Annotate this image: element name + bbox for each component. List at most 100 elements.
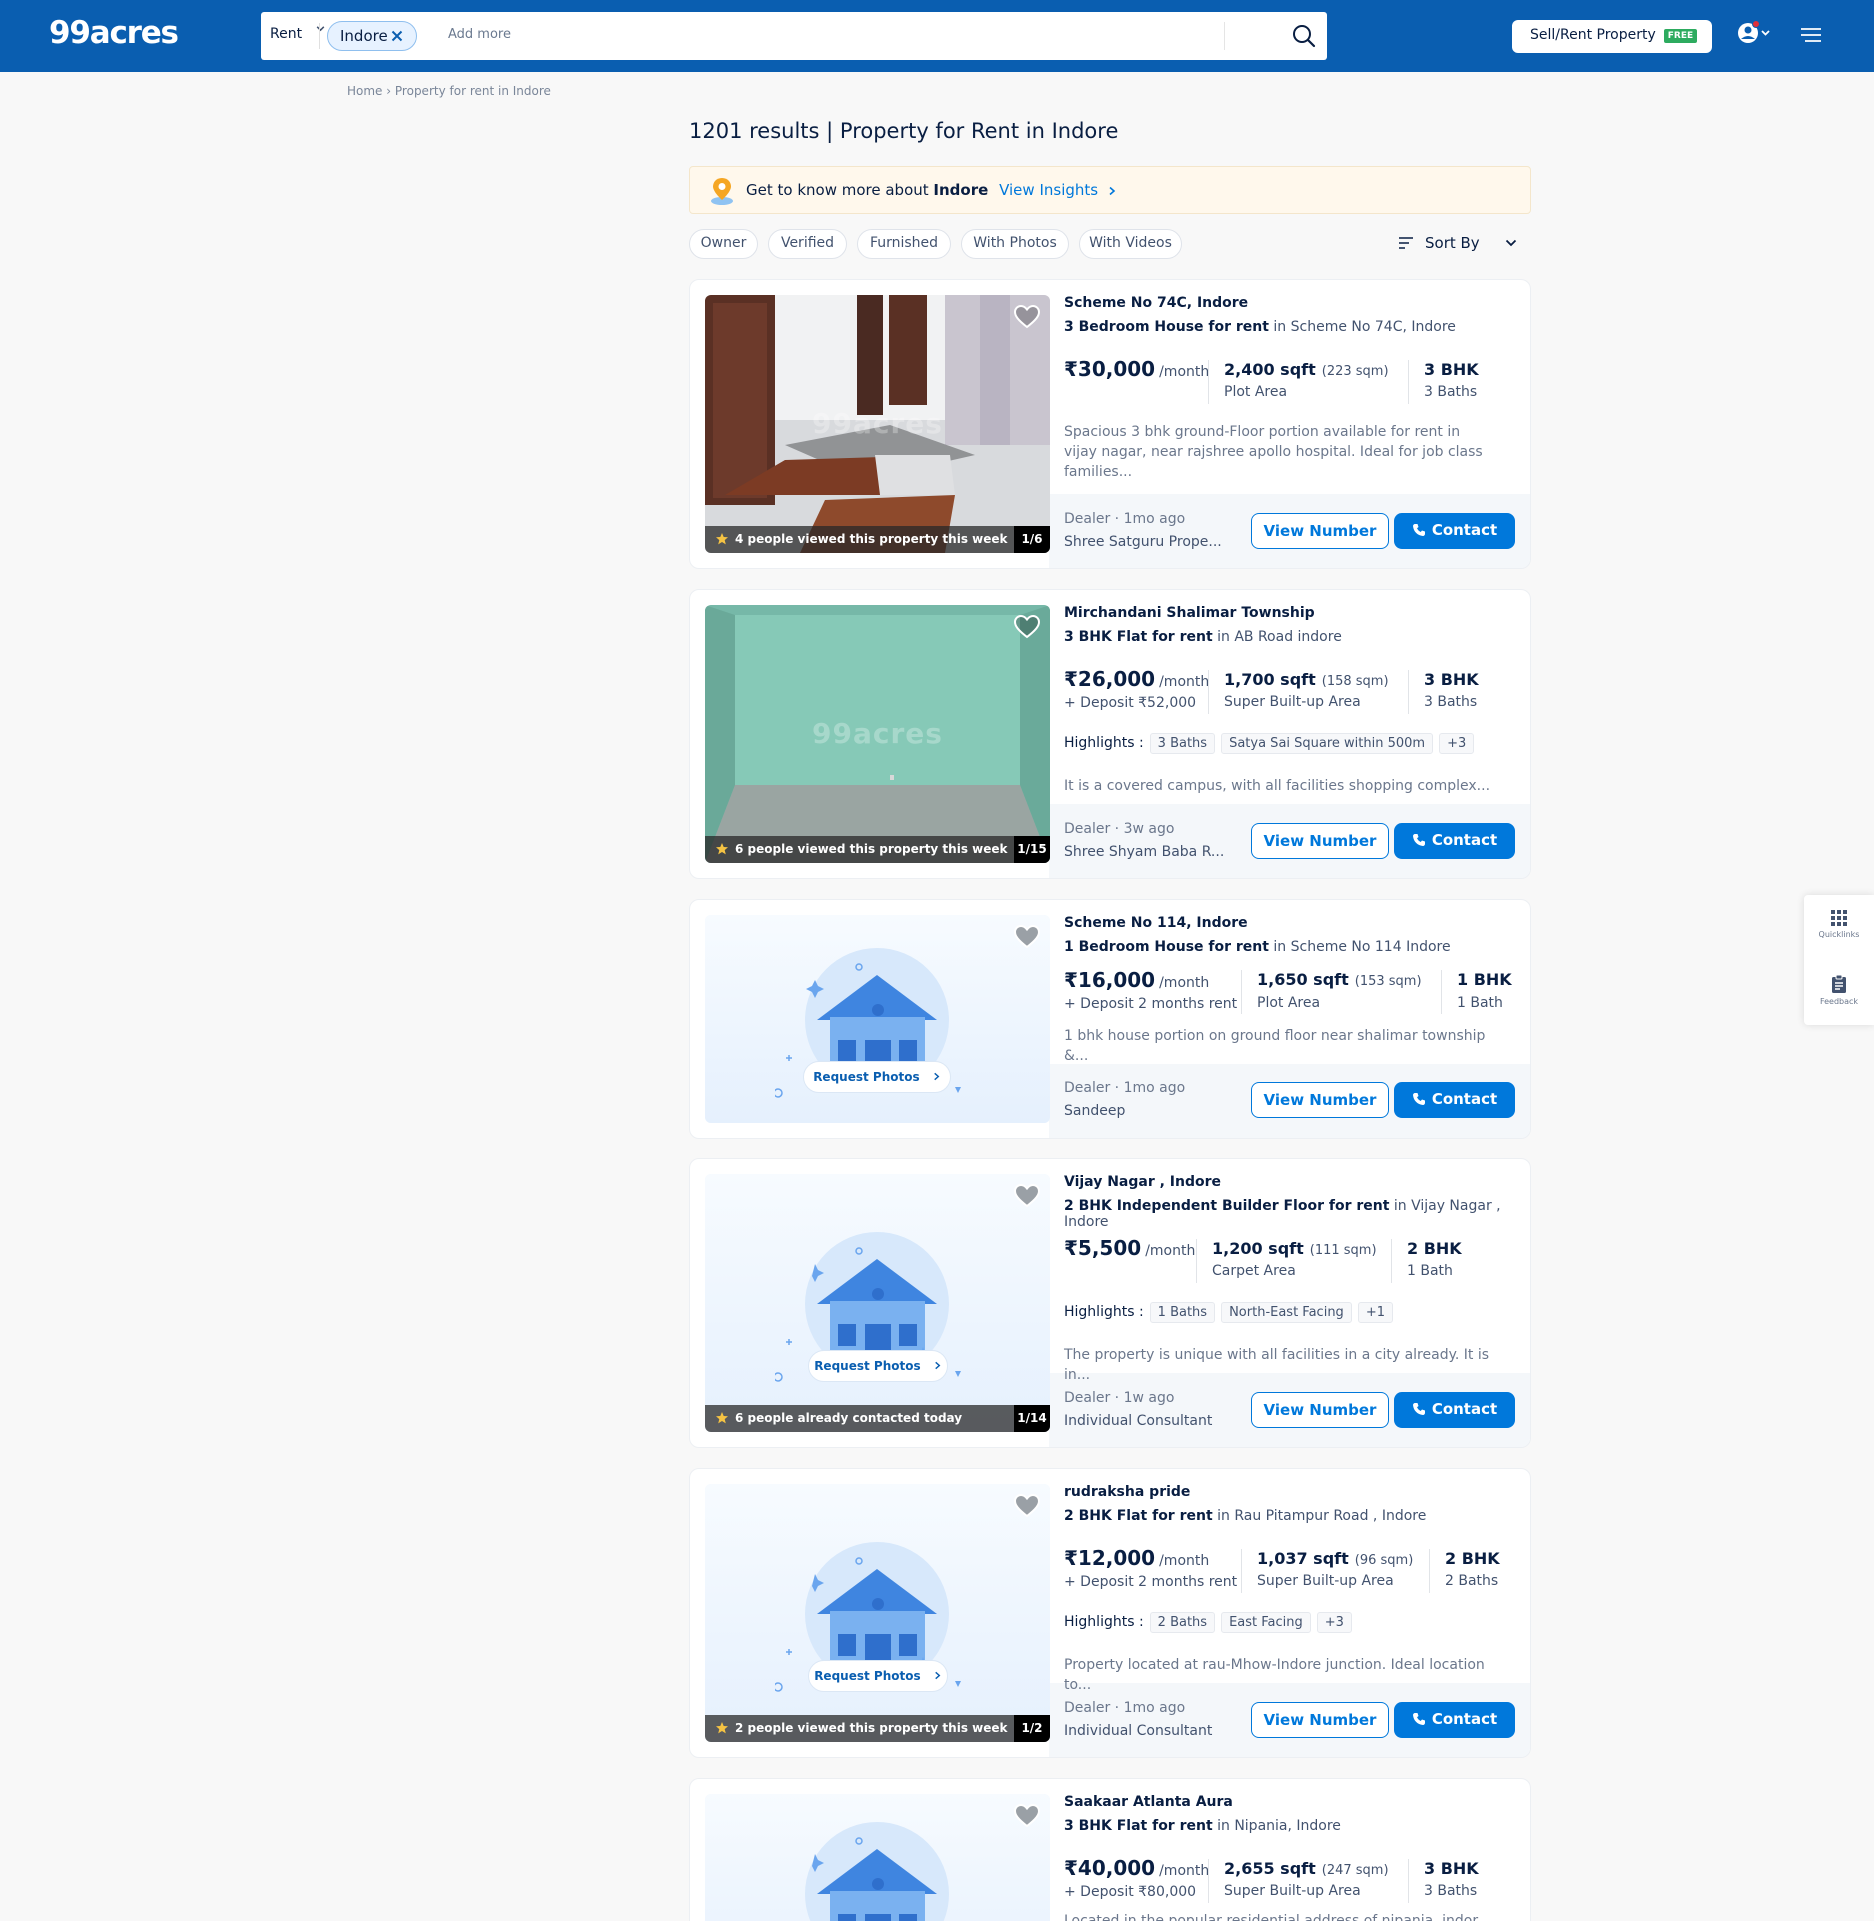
listing-photo[interactable]: 99acres 6 people viewed this property th… — [705, 605, 1050, 863]
heart-icon[interactable] — [1013, 1493, 1041, 1519]
listing-card[interactable]: Saakaar Atlanta Aura 3 BHK Flat for rent… — [689, 1778, 1531, 1921]
breadcrumb-home[interactable]: Home — [347, 84, 382, 98]
photo-counter: 1/2 — [1014, 1715, 1050, 1742]
listing-description: Property located at rau-Mhow-Indore junc… — [1064, 1657, 1485, 1693]
listing-card[interactable]: 99acres 4 people viewed this property th… — [689, 279, 1531, 569]
star-icon — [716, 843, 728, 855]
listing-bhk: 1 BHK — [1457, 970, 1512, 989]
filter-with-photos[interactable]: With Photos — [961, 229, 1069, 259]
contact-button[interactable]: Contact — [1394, 1392, 1515, 1428]
contact-button[interactable]: Contact — [1394, 513, 1515, 549]
user-account-icon[interactable] — [1736, 20, 1770, 48]
filter-furnished[interactable]: Furnished — [857, 229, 951, 259]
listing-card[interactable]: 99acres 6 people viewed this property th… — [689, 589, 1531, 879]
view-insights-link[interactable]: View Insights — [999, 181, 1117, 199]
listing-card[interactable]: Request Photos 6 people already contacte… — [689, 1158, 1531, 1448]
heart-icon[interactable] — [1013, 614, 1041, 640]
contact-button[interactable]: Contact — [1394, 1082, 1515, 1118]
highlight-more-tag[interactable]: +1 — [1357, 1302, 1393, 1323]
highlight-more-tag[interactable]: +3 — [1316, 1612, 1352, 1633]
dealer-name[interactable]: Shree Satguru Prope... — [1064, 534, 1234, 550]
sell-rent-property-button[interactable]: Sell/Rent Property FREE — [1512, 20, 1712, 53]
heart-icon[interactable] — [1013, 304, 1041, 330]
heart-icon[interactable] — [1013, 1803, 1041, 1829]
listing-card[interactable]: Request Photos 2 people viewed this prop… — [689, 1468, 1531, 1758]
city-chip[interactable]: Indore — [327, 21, 417, 51]
price-period: /month — [1159, 364, 1210, 380]
close-icon[interactable] — [390, 29, 404, 43]
contact-button[interactable]: Contact — [1394, 823, 1515, 859]
dealer-name[interactable]: Sandeep — [1064, 1103, 1234, 1119]
views-text: 6 people already contacted today — [735, 1411, 963, 1425]
view-number-button[interactable]: View Number — [1251, 1392, 1389, 1428]
site-logo[interactable]: 99acres — [49, 15, 179, 51]
star-icon — [716, 1412, 728, 1424]
price-value: ₹16,000 — [1064, 968, 1156, 992]
request-photos-label: Request Photos — [814, 1669, 921, 1683]
hamburger-menu-icon[interactable] — [1800, 26, 1822, 44]
view-number-button[interactable]: View Number — [1251, 513, 1389, 549]
view-number-button[interactable]: View Number — [1251, 1082, 1389, 1118]
listing-baths: 2 Baths — [1445, 1573, 1499, 1589]
divider — [1241, 970, 1242, 1014]
rent-label: Rent — [270, 26, 303, 42]
contact-label: Contact — [1431, 831, 1498, 849]
dealer-name[interactable]: Individual Consultant — [1064, 1723, 1234, 1739]
feedback-label: Feedback — [1819, 997, 1859, 1006]
listing-location[interactable]: Saakaar Atlanta Aura — [1064, 1794, 1233, 1810]
request-photos-button[interactable]: Request Photos — [808, 1660, 948, 1692]
listing-location[interactable]: rudraksha pride — [1064, 1484, 1190, 1500]
rent-dropdown[interactable]: Rent — [270, 26, 325, 42]
filter-owner[interactable]: Owner — [689, 229, 758, 259]
chevron-right-icon — [935, 1671, 941, 1680]
search-icon[interactable] — [1291, 23, 1317, 49]
filter-with-videos[interactable]: With Videos — [1079, 229, 1182, 259]
listing-photo[interactable]: 99acres 4 people viewed this property th… — [705, 295, 1050, 553]
quicklinks-label: Quicklinks — [1818, 930, 1860, 939]
dealer-name[interactable]: Individual Consultant — [1064, 1413, 1234, 1429]
area-type: Super Built-up Area — [1224, 694, 1361, 710]
highlight-more-tag[interactable]: +3 — [1439, 733, 1475, 754]
area-type: Plot Area — [1224, 384, 1288, 400]
dealer-info: Dealer · 1mo ago — [1064, 1700, 1186, 1716]
listing-location[interactable]: Vijay Nagar , Indore — [1064, 1174, 1221, 1190]
view-number-button[interactable]: View Number — [1251, 823, 1389, 859]
listing-bhk: 3 BHK — [1424, 670, 1479, 689]
house-illustration-icon — [805, 1822, 949, 1921]
listing-deposit: + Deposit ₹52,000 — [1064, 695, 1197, 711]
listing-price: ₹12,000/month — [1064, 1546, 1209, 1570]
search-input[interactable]: Add more — [448, 27, 511, 42]
contact-label: Contact — [1431, 1710, 1498, 1728]
dealer-label: Dealer — [1064, 1390, 1111, 1406]
sell-rent-label: Sell/Rent Property — [1530, 27, 1656, 43]
quicklinks-button[interactable]: Quicklinks — [1804, 909, 1874, 939]
breadcrumb-current[interactable]: Property for rent in Indore — [395, 84, 551, 98]
highlight-tag: 1 Baths — [1149, 1302, 1216, 1323]
listing-price: ₹30,000/month — [1064, 357, 1209, 381]
posted-time: 1w ago — [1123, 1390, 1175, 1406]
feedback-button[interactable]: Feedback — [1804, 974, 1874, 1006]
dealer-name[interactable]: Shree Shyam Baba R... — [1064, 844, 1234, 860]
views-bar: 4 people viewed this property this week … — [705, 526, 1050, 553]
listing-card[interactable]: Request Photos Scheme No 114, Indore 1 B… — [689, 899, 1531, 1139]
side-widget: Quicklinks Feedback — [1804, 895, 1874, 1025]
area-sqft: 1,037 sqft — [1257, 1549, 1349, 1568]
listing-location[interactable]: Mirchandani Shalimar Township — [1064, 605, 1315, 621]
listing-location[interactable]: Scheme No 74C, Indore — [1064, 295, 1248, 311]
views-text: 4 people viewed this property this week — [735, 532, 1008, 546]
area-sqm: (158 sqm) — [1321, 674, 1389, 689]
request-photos-button[interactable]: Request Photos — [808, 1350, 948, 1382]
contact-button[interactable]: Contact — [1394, 1702, 1515, 1738]
top-header: 99acres Rent Indore Add more Sell/Rent P… — [0, 0, 1874, 72]
listing-photo-placeholder: Request Photos 6 people already contacte… — [705, 1174, 1050, 1432]
listing-location[interactable]: Scheme No 114, Indore — [1064, 915, 1248, 931]
filter-verified[interactable]: Verified — [768, 229, 847, 259]
view-number-button[interactable]: View Number — [1251, 1702, 1389, 1738]
posted-time: 1mo ago — [1123, 1080, 1186, 1096]
heart-icon[interactable] — [1013, 1183, 1041, 1209]
heart-icon[interactable] — [1013, 924, 1041, 950]
request-photos-button[interactable]: Request Photos — [803, 1061, 951, 1093]
listing-type: 2 BHK Independent Builder Floor for rent… — [1064, 1198, 1530, 1230]
highlights-label: Highlights : — [1064, 1614, 1144, 1630]
area-sqft: 1,650 sqft — [1257, 970, 1349, 989]
